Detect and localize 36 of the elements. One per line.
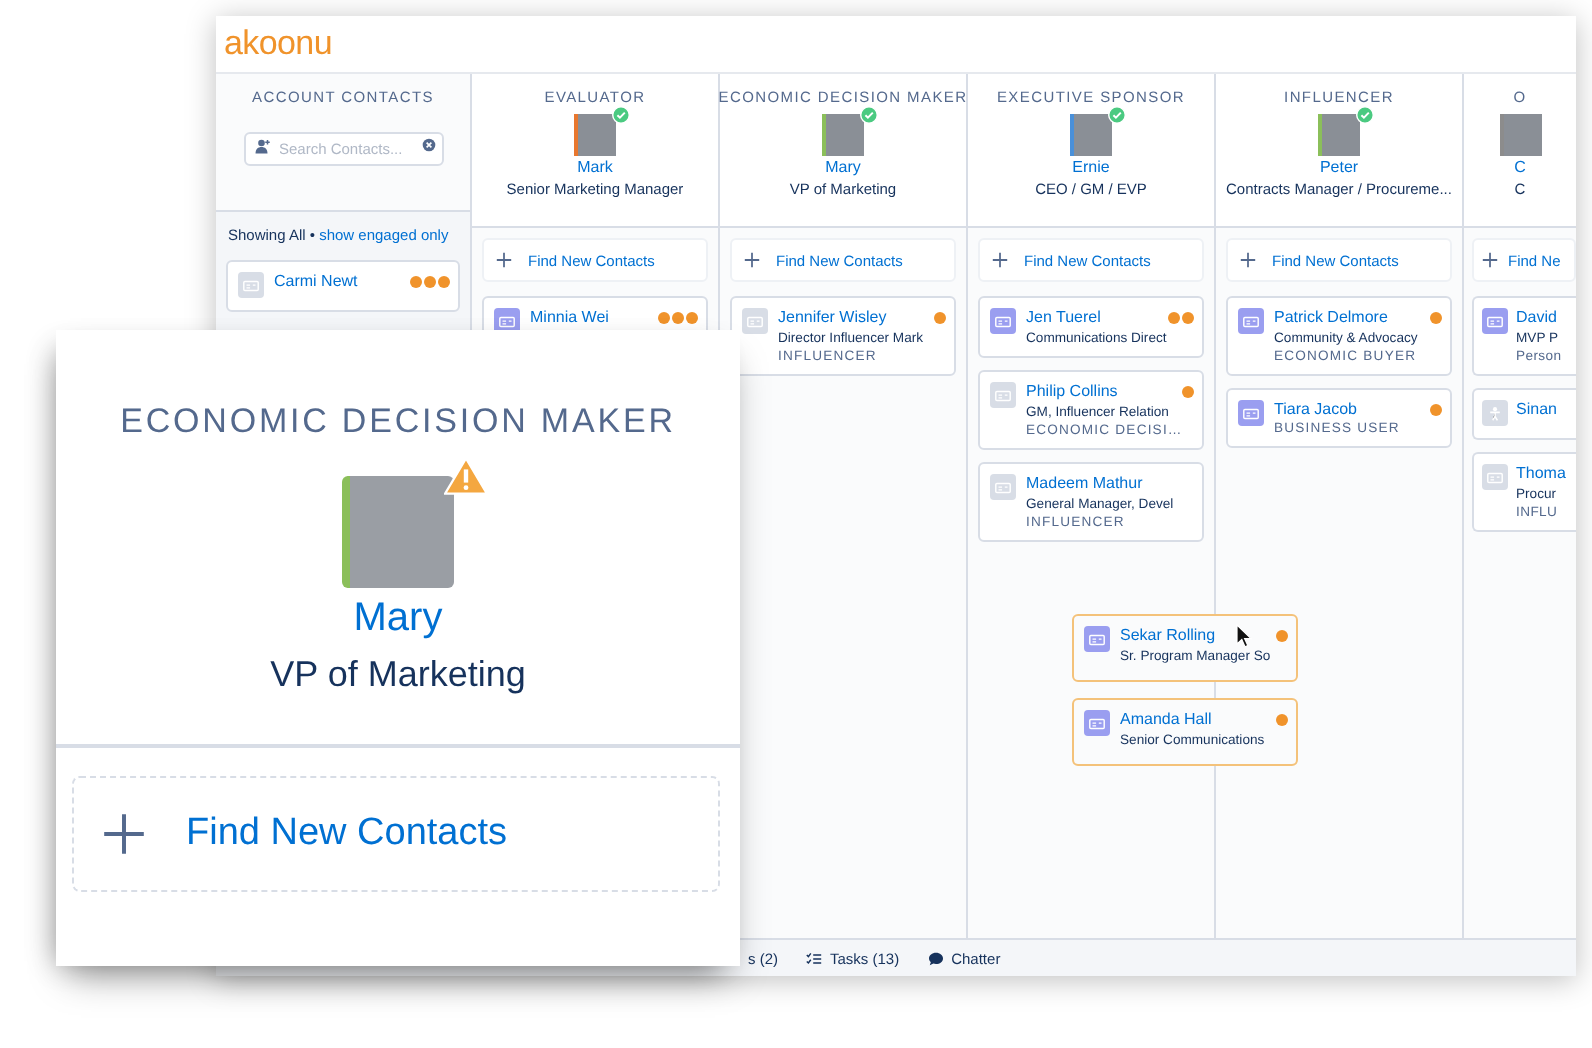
plus-icon	[496, 252, 512, 268]
contact-name[interactable]: Sinan	[1516, 400, 1557, 418]
plus-icon	[1482, 252, 1498, 268]
contact-name[interactable]: Sekar Rolling	[1120, 626, 1216, 644]
person-job-title: VP of Marketing	[270, 654, 526, 696]
contact-name[interactable]: Philip Collins	[1026, 382, 1118, 400]
contact-name[interactable]: Patrick Delmore	[1274, 308, 1388, 326]
people-icon	[253, 137, 271, 153]
contact-name[interactable]: Amanda Hall	[1120, 710, 1212, 728]
contact-name[interactable]: Minnia Wei	[530, 308, 609, 326]
person-name[interactable]: Ernie	[1072, 158, 1110, 176]
chat-icon	[927, 951, 944, 965]
plus-icon	[744, 252, 760, 268]
contact-name[interactable]: Jennifer Wisley	[778, 308, 887, 326]
contact-name[interactable]: Carmi Newt	[274, 272, 358, 290]
plus-icon	[1240, 252, 1256, 268]
find-contacts-button[interactable]: Find New Contacts	[72, 776, 720, 892]
person-name[interactable]: Peter	[1319, 158, 1359, 176]
mouse-pointer-icon	[1236, 624, 1252, 648]
contact-name[interactable]: David	[1516, 308, 1557, 326]
plus-icon	[102, 812, 146, 856]
app-logo: akoonu	[224, 24, 332, 64]
contact-card[interactable]: Sinan	[1472, 388, 1576, 440]
column-title: ECONOMIC DECISION MAKER	[120, 402, 676, 442]
person-name[interactable]: Mary	[353, 596, 443, 642]
contact-name[interactable]: Madeem Mathur	[1026, 474, 1143, 492]
contact-card[interactable]: Carmi Newt	[226, 260, 460, 312]
clear-icon[interactable]	[421, 138, 435, 152]
plus-icon	[992, 252, 1008, 268]
person-name[interactable]: Mary	[825, 158, 861, 176]
contact-name[interactable]: Thoma	[1516, 464, 1566, 482]
person-name[interactable]: C	[1514, 158, 1526, 176]
person-name[interactable]: Mark	[577, 158, 613, 176]
contact-name[interactable]: Jen Tuerel	[1026, 308, 1101, 326]
tasks-icon	[806, 951, 822, 965]
contact-name[interactable]: Tiara Jacob	[1274, 400, 1357, 418]
